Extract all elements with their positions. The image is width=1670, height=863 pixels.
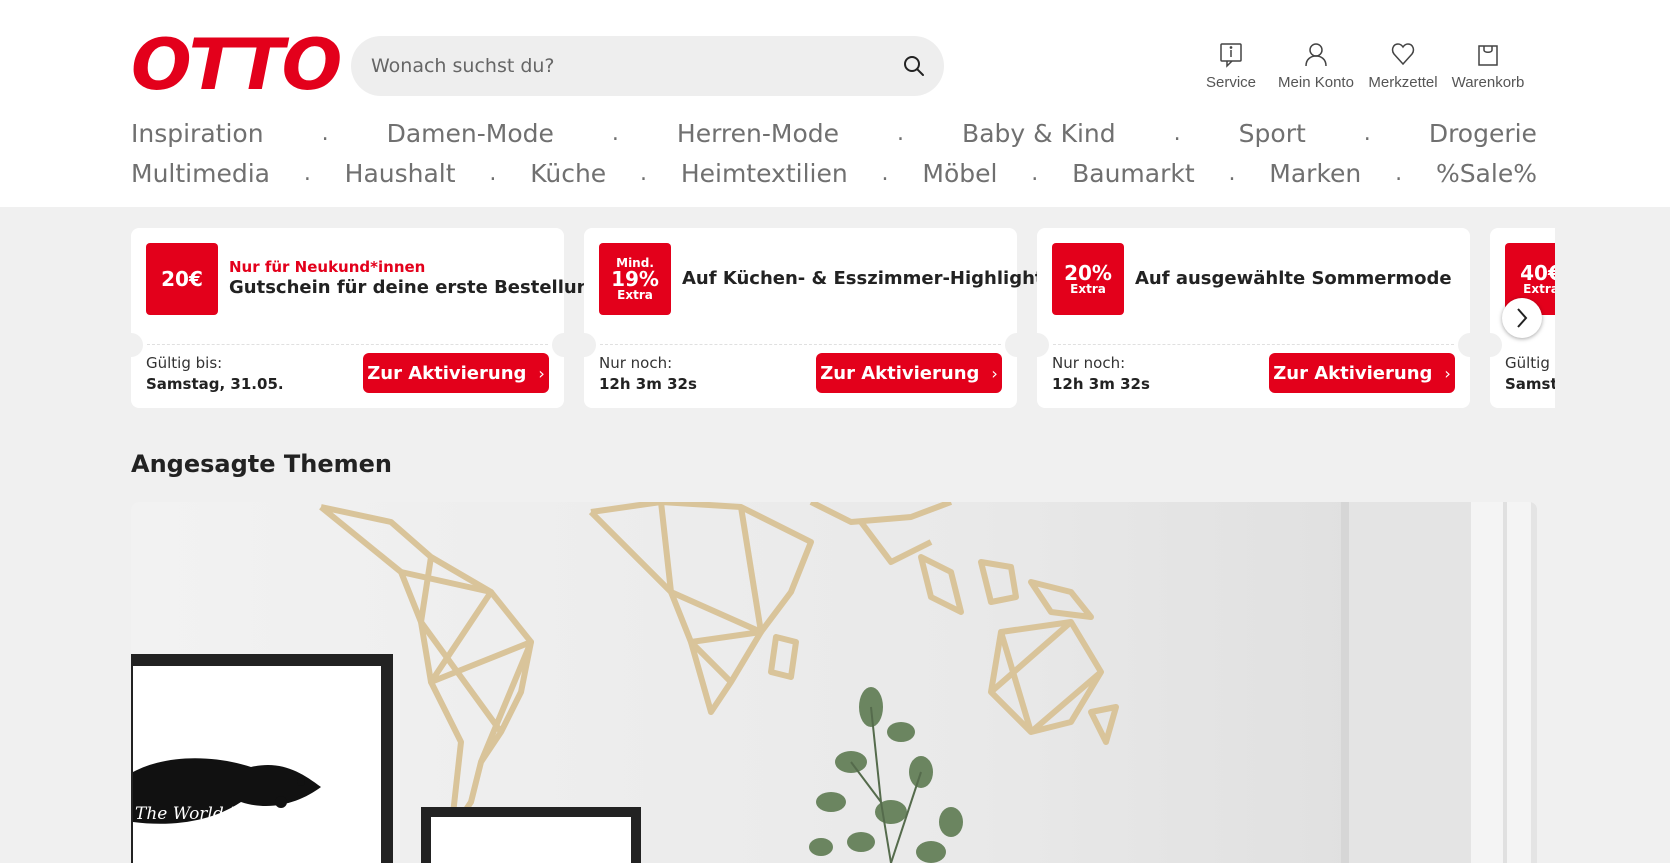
nav-item-sale[interactable]: %Sale% [1436, 159, 1537, 188]
activate-button-label: Zur Aktivierung [1273, 362, 1433, 384]
interior-photo [131, 502, 1537, 863]
carousel-next-button[interactable] [1502, 298, 1542, 338]
badge-suffix: Extra [1070, 282, 1106, 296]
activate-button[interactable]: Zur Aktivierung › [1269, 353, 1455, 393]
otto-logo[interactable]: OTTO [131, 30, 342, 100]
nav-item-heimtextilien[interactable]: Heimtextilien [681, 159, 848, 188]
nav-separator: . [1173, 120, 1181, 146]
activate-button[interactable]: Zur Aktivierung › [816, 353, 1002, 393]
badge-value: 19% [611, 267, 659, 291]
badge-suffix: Extra [617, 288, 653, 302]
nav-separator: . [897, 120, 905, 146]
coupon-badge: 20€ [146, 243, 218, 315]
chevron-right-icon: › [1444, 363, 1451, 383]
coupon-card[interactable]: 20€ Nur für Neukund*innen Gutschein für … [131, 228, 602, 408]
wishlist-button[interactable]: Merkzettel [1364, 40, 1442, 100]
nav-item-haushalt[interactable]: Haushalt [345, 159, 456, 188]
activate-button-label: Zur Aktivierung [820, 362, 980, 384]
chevron-right-icon: › [538, 363, 545, 383]
coupon-badge: 20% Extra [1052, 243, 1124, 315]
nav-separator: . [1228, 160, 1236, 186]
chevron-right-icon [1517, 308, 1528, 328]
nav-separator: . [1395, 160, 1403, 186]
nav-separator: . [303, 160, 311, 186]
cart-label: Warenkorb [1451, 74, 1525, 91]
service-label: Service [1205, 74, 1257, 91]
countdown-value: 12h 3m 32s [1052, 375, 1150, 393]
nav-item-multimedia[interactable]: Multimedia [131, 159, 270, 188]
coupon-headline: Auf Küchen- & Esszimmer-Highlights [682, 268, 1055, 289]
info-icon [1220, 43, 1242, 68]
site-header: OTTO Service Mein Konto [0, 0, 1670, 207]
nav-separator: . [489, 160, 497, 186]
search-input[interactable] [371, 36, 871, 96]
header-actions: Service Mein Konto Merkzettel Warenkorb [1200, 40, 1540, 100]
nav-item-sport[interactable]: Sport [1239, 119, 1306, 148]
search-bar[interactable] [351, 36, 944, 96]
search-icon[interactable] [902, 54, 926, 78]
badge-value: 20% [1064, 261, 1112, 285]
badge-suffix: Extra [1523, 282, 1555, 296]
section-title: Angesagte Themen [131, 450, 392, 478]
card-notch [572, 333, 596, 357]
card-notch [131, 333, 143, 357]
nav-separator: . [881, 160, 889, 186]
main-nav-row-2: Multimedia . Haushalt . Küche . Heimtext… [131, 155, 1537, 191]
activate-button-label: Zur Aktivierung [367, 362, 527, 384]
activate-button[interactable]: Zur Aktivierung › [363, 353, 549, 393]
coupon-card[interactable]: Mind. 19% Extra Auf Küchen- & Esszimmer-… [572, 228, 1054, 408]
chevron-right-icon: › [991, 363, 998, 383]
main-nav-row-1: Inspiration . Damen-Mode . Herren-Mode .… [131, 115, 1537, 151]
validity-value: Samstag, 31.05. [146, 375, 284, 393]
coupon-eyebrow: Nur für Neukund*innen [229, 258, 426, 276]
nav-item-drogerie[interactable]: Drogerie [1429, 119, 1537, 148]
account-button[interactable]: Mein Konto [1276, 40, 1356, 100]
nav-item-baumarkt[interactable]: Baumarkt [1072, 159, 1195, 188]
coupon-headline: Gutschein für deine erste Bestellung [229, 277, 603, 298]
frame-caption-line1: The World is a book, [135, 804, 312, 824]
perforation-divider [1053, 344, 1454, 345]
validity-label: Gültig bis: [1505, 354, 1555, 372]
heart-icon [1391, 43, 1415, 66]
nav-separator: . [611, 120, 619, 146]
user-icon [1305, 43, 1327, 67]
coupon-headline: Auf ausgewählte Sommermode [1135, 268, 1452, 289]
nav-separator: . [321, 120, 329, 146]
perforation-divider [147, 344, 548, 345]
card-notch [1478, 333, 1502, 357]
badge-value: 40€ [1520, 261, 1555, 285]
nav-separator: . [1031, 160, 1039, 186]
coupon-badge: Mind. 19% Extra [599, 243, 671, 315]
frame-caption-line2: and those who do not travel [135, 824, 291, 837]
nav-item-inspiration[interactable]: Inspiration [131, 119, 264, 148]
hero-image[interactable]: The World is a book, and those who do no… [131, 502, 1537, 863]
wishlist-label: Merkzettel [1368, 74, 1438, 91]
account-label: Mein Konto [1278, 74, 1354, 91]
service-button[interactable]: Service [1200, 40, 1262, 100]
validity-label: Gültig bis: [146, 354, 223, 372]
validity-label: Nur noch: [1052, 354, 1126, 372]
coupon-card[interactable]: 20% Extra Auf ausgewählte Sommermode Nur… [1025, 228, 1482, 408]
nav-item-baby-kind[interactable]: Baby & Kind [962, 119, 1116, 148]
cart-button[interactable]: Warenkorb [1450, 40, 1526, 100]
perforation-divider [600, 344, 1001, 345]
nav-item-marken[interactable]: Marken [1269, 159, 1361, 188]
nav-item-kueche[interactable]: Küche [530, 159, 606, 188]
card-notch [1025, 333, 1049, 357]
validity-label: Nur noch: [599, 354, 673, 372]
bag-icon [1478, 45, 1498, 66]
nav-item-damen-mode[interactable]: Damen-Mode [387, 119, 554, 148]
nav-item-herren-mode[interactable]: Herren-Mode [677, 119, 839, 148]
badge-value: 20€ [161, 267, 203, 291]
coupon-carousel: 20€ Nur für Neukund*innen Gutschein für … [131, 228, 1555, 408]
validity-value: Samstag [1505, 375, 1555, 393]
countdown-value: 12h 3m 32s [599, 375, 697, 393]
nav-separator: . [640, 160, 647, 186]
nav-separator: . [1363, 120, 1371, 146]
nav-item-moebel[interactable]: Möbel [922, 159, 997, 188]
